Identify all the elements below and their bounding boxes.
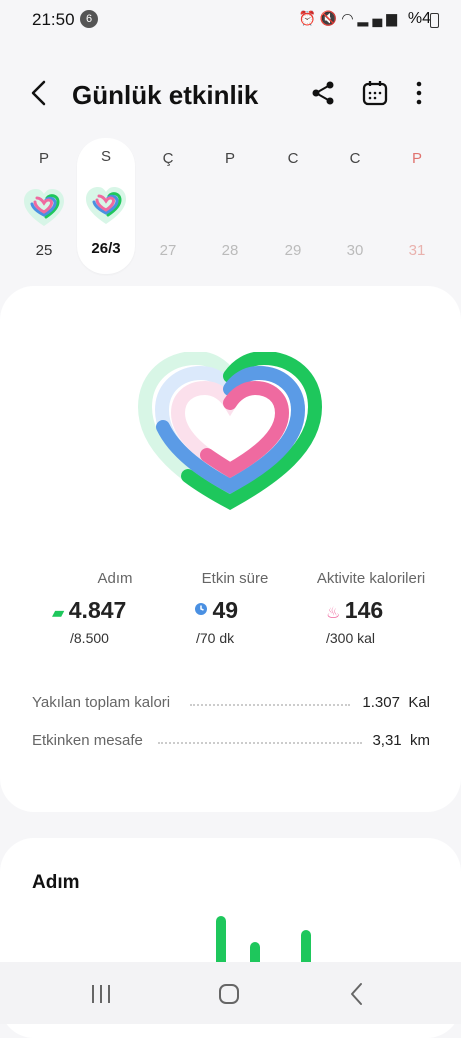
week-selector: P 25 S 26/3 Ç 27 P 28 C 29 C 30 P 31: [0, 138, 461, 280]
day-letter: P: [224, 150, 235, 167]
active-time-goal: /70 dk: [196, 630, 235, 646]
notification-count-badge: 6: [80, 10, 98, 28]
wifi-icon: ◠: [341, 10, 358, 26]
mini-heart-icon: [86, 187, 126, 224]
total-calories-label: Yakılan toplam kalori: [32, 694, 171, 711]
shoe-icon: ▰: [52, 605, 65, 622]
home-icon[interactable]: [214, 980, 244, 1008]
day-25[interactable]: P 25: [16, 140, 72, 259]
day-31[interactable]: P 31: [389, 140, 445, 259]
day-number: 27: [159, 242, 177, 259]
day-letter: Ç: [162, 150, 174, 167]
day-number: 30: [346, 242, 364, 259]
dotted-leader: [190, 704, 350, 706]
distance-row: Etkinken mesafe 3,31 km: [32, 732, 430, 754]
steps-value: 4.847: [68, 597, 127, 623]
day-number: 31: [408, 242, 426, 259]
status-bar: 21:50 6 ⏰🔇◠▂▄▆ %4: [0, 0, 461, 40]
status-time: 21:50: [32, 10, 75, 29]
recent-apps-icon[interactable]: [86, 980, 116, 1008]
day-number: 26/3: [91, 240, 121, 257]
alarm-icon: ⏰: [298, 10, 320, 26]
distance-label: Etkinken mesafe: [32, 732, 143, 749]
flame-icon: ♨: [326, 605, 341, 622]
battery-icon: [430, 13, 439, 28]
distance-value-group: 3,31 km: [372, 732, 430, 749]
active-time-label: Etkin süre: [201, 570, 269, 587]
activity-calories-label: Aktivite kalorileri: [316, 570, 426, 587]
battery-level: %4: [407, 10, 431, 27]
total-calories-row: Yakılan toplam kalori 1.307 Kal: [32, 694, 430, 716]
day-26-selected[interactable]: S 26/3: [77, 138, 135, 274]
day-letter: P: [38, 150, 49, 167]
day-letter: P: [411, 150, 422, 167]
active-time-value: 49: [212, 597, 239, 623]
signal-icon: ▂▄▆: [357, 10, 401, 26]
total-calories-value: 1.307: [362, 694, 400, 711]
day-letter: C: [349, 150, 361, 167]
status-icons: ⏰🔇◠▂▄▆: [298, 10, 401, 27]
page-title: Günlük etkinlik: [72, 80, 259, 110]
system-nav-bar: [0, 962, 461, 1024]
mini-heart-icon: [24, 189, 64, 226]
day-letter: C: [287, 150, 299, 167]
total-calories-unit: Kal: [408, 694, 430, 711]
daily-activity-card: Adım ▰ 4.847 /8.500 Etkin süre 49 /70 dk…: [0, 286, 461, 812]
activity-calories-goal: /300 kal: [326, 630, 376, 646]
back-arrow-icon[interactable]: [24, 78, 54, 108]
more-options-icon[interactable]: [404, 78, 434, 108]
calendar-icon[interactable]: [360, 78, 390, 108]
back-nav-icon[interactable]: [342, 980, 372, 1008]
clock-icon: [195, 603, 207, 615]
day-27[interactable]: Ç 27: [140, 140, 196, 259]
total-calories-value-group: 1.307 Kal: [362, 694, 430, 711]
day-28[interactable]: P 28: [202, 140, 258, 259]
active-time-stat[interactable]: Etkin süre 49 /70 dk: [160, 570, 310, 646]
day-number: 25: [35, 242, 53, 259]
mute-icon: 🔇: [319, 10, 342, 26]
day-letter: S: [100, 148, 111, 165]
day-30[interactable]: C 30: [327, 140, 383, 259]
app-header: Günlük etkinlik: [0, 60, 461, 130]
day-29[interactable]: C 29: [265, 140, 321, 259]
day-number: 28: [221, 242, 239, 259]
distance-unit: km: [410, 732, 430, 749]
distance-value: 3,31: [372, 732, 402, 749]
dotted-leader: [158, 742, 362, 744]
day-number: 29: [284, 242, 302, 259]
steps-card-title: Adım: [32, 872, 80, 893]
activity-calories-stat[interactable]: Aktivite kalorileri ♨ 146 /300 kal: [296, 570, 446, 646]
share-icon[interactable]: [308, 78, 338, 108]
activity-heart-rings: [137, 352, 323, 511]
activity-calories-value: 146: [344, 597, 384, 623]
